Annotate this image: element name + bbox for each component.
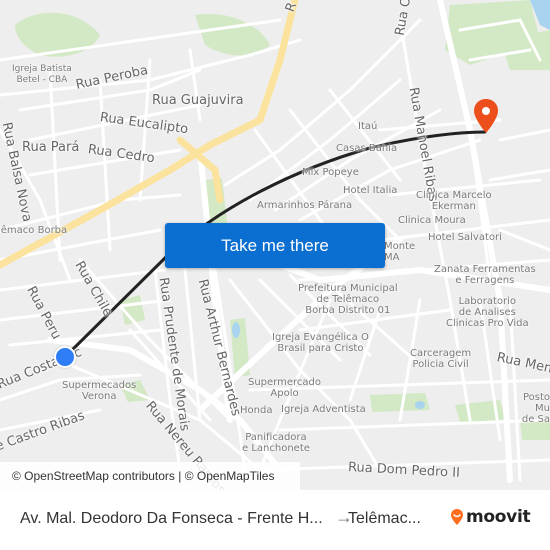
poi-label: Zanata Ferramentas e Ferragens [434, 264, 536, 286]
poi-label: Laboratorio de Analises Clinicas Pro Vid… [446, 296, 529, 329]
origin-marker[interactable] [54, 346, 76, 368]
street-label: Rua Pará [22, 140, 80, 155]
poi-label: Clinica Marcelo Ekerman [416, 190, 492, 212]
poi-label: Honda [240, 405, 273, 416]
poi-label: Igreja Evangélica O Brasil para Cristo [272, 332, 369, 354]
take-me-there-button[interactable]: Take me there [165, 223, 385, 268]
poi-label: Panificadora e Lanchonete [242, 432, 310, 454]
poi-label: Casas Bahia [336, 143, 398, 154]
route-footer: Av. Mal. Deodoro Da Fonseca - Frente H..… [0, 490, 550, 550]
origin-stop-name: Av. Mal. Deodoro Da Fonseca - Frente H..… [20, 510, 323, 527]
moovit-wordmark: moovit [466, 507, 531, 527]
poi-label: Igreja Adventista [281, 404, 366, 415]
destination-name: Telêmac... [348, 510, 421, 527]
street-label: Rua Guajuvira [152, 93, 244, 108]
poi-label: Igreja Batista Betel - CBA [12, 64, 72, 85]
poi-label: Monte MA [384, 241, 416, 263]
attribution-separator: | [174, 469, 185, 483]
park-areas [15, 0, 550, 440]
poi-label: Mix Popeye [302, 167, 359, 178]
poi-label: Clinica Moura [398, 215, 466, 226]
moovit-logo[interactable]: moovit [450, 507, 531, 527]
poi-label: Supermecados Verona [62, 380, 137, 402]
map-view[interactable]: Rua Peroba Rua Guajuvira Rua Eucalipto R… [0, 0, 550, 490]
poi-label: Itaú [358, 121, 378, 132]
poi-label: Carceragem Policia Civil [410, 348, 472, 370]
poi-label: Posto Mu de Sa [521, 392, 550, 425]
poi-label: Hotel Salvatori [428, 232, 502, 243]
poi-label: Prefeitura Municipal de Telêmaco Borba D… [298, 283, 398, 316]
destination-pin-icon[interactable] [473, 98, 499, 134]
openmaptiles-attribution-link[interactable]: © OpenMapTiles [185, 469, 275, 483]
poi-label: Supermercado Apolo [248, 377, 321, 399]
moovit-pin-icon [451, 509, 463, 525]
poi-label: Armarinhos Párana [257, 200, 353, 211]
osm-attribution-link[interactable]: © OpenStreetMap contributors [12, 469, 175, 483]
map-attribution: © OpenStreetMap contributors | © OpenMap… [0, 462, 300, 490]
poi-label: lêmaco Borba [0, 225, 68, 236]
poi-label: Hotel Italia [343, 185, 398, 196]
